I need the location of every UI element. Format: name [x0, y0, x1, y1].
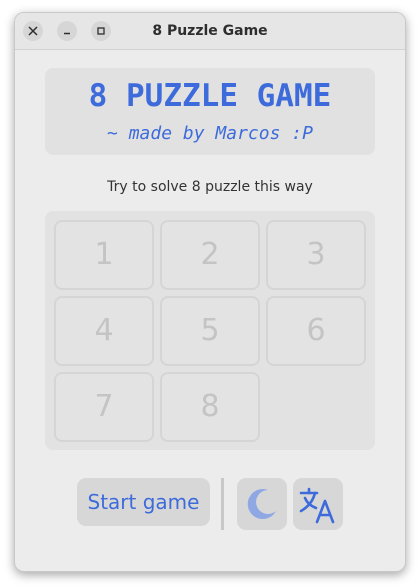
tile-4[interactable]: 4: [54, 296, 154, 366]
tile-1[interactable]: 1: [54, 220, 154, 290]
translate-icon: [299, 487, 335, 524]
tile-5[interactable]: 5: [160, 296, 260, 366]
theme-toggle-button[interactable]: [237, 478, 287, 530]
moon-icon: [247, 489, 276, 520]
controls-divider: [221, 478, 224, 530]
game-title: 8 PUZZLE GAME: [88, 78, 332, 114]
app-window: 8 Puzzle Game 8 PUZZLE GAME ~ made by Ma…: [14, 12, 406, 572]
language-button[interactable]: [293, 478, 343, 530]
instruction-text: Try to solve 8 puzzle this way: [107, 179, 313, 195]
start-game-button[interactable]: Start game: [77, 478, 210, 526]
header-card: 8 PUZZLE GAME ~ made by Marcos :P: [45, 68, 375, 155]
controls-bar: Start game: [15, 478, 405, 530]
tile-6[interactable]: 6: [266, 296, 366, 366]
window-title: 8 Puzzle Game: [152, 23, 268, 39]
tile-2[interactable]: 2: [160, 220, 260, 290]
puzzle-board: 1 2 3 4 5 6 7 8: [45, 211, 375, 450]
game-subtitle: ~ made by Marcos :P: [107, 123, 313, 144]
title-bar: 8 Puzzle Game: [15, 13, 405, 50]
tile-7[interactable]: 7: [54, 372, 154, 442]
tile-8[interactable]: 8: [160, 372, 260, 442]
tile-3[interactable]: 3: [266, 220, 366, 290]
